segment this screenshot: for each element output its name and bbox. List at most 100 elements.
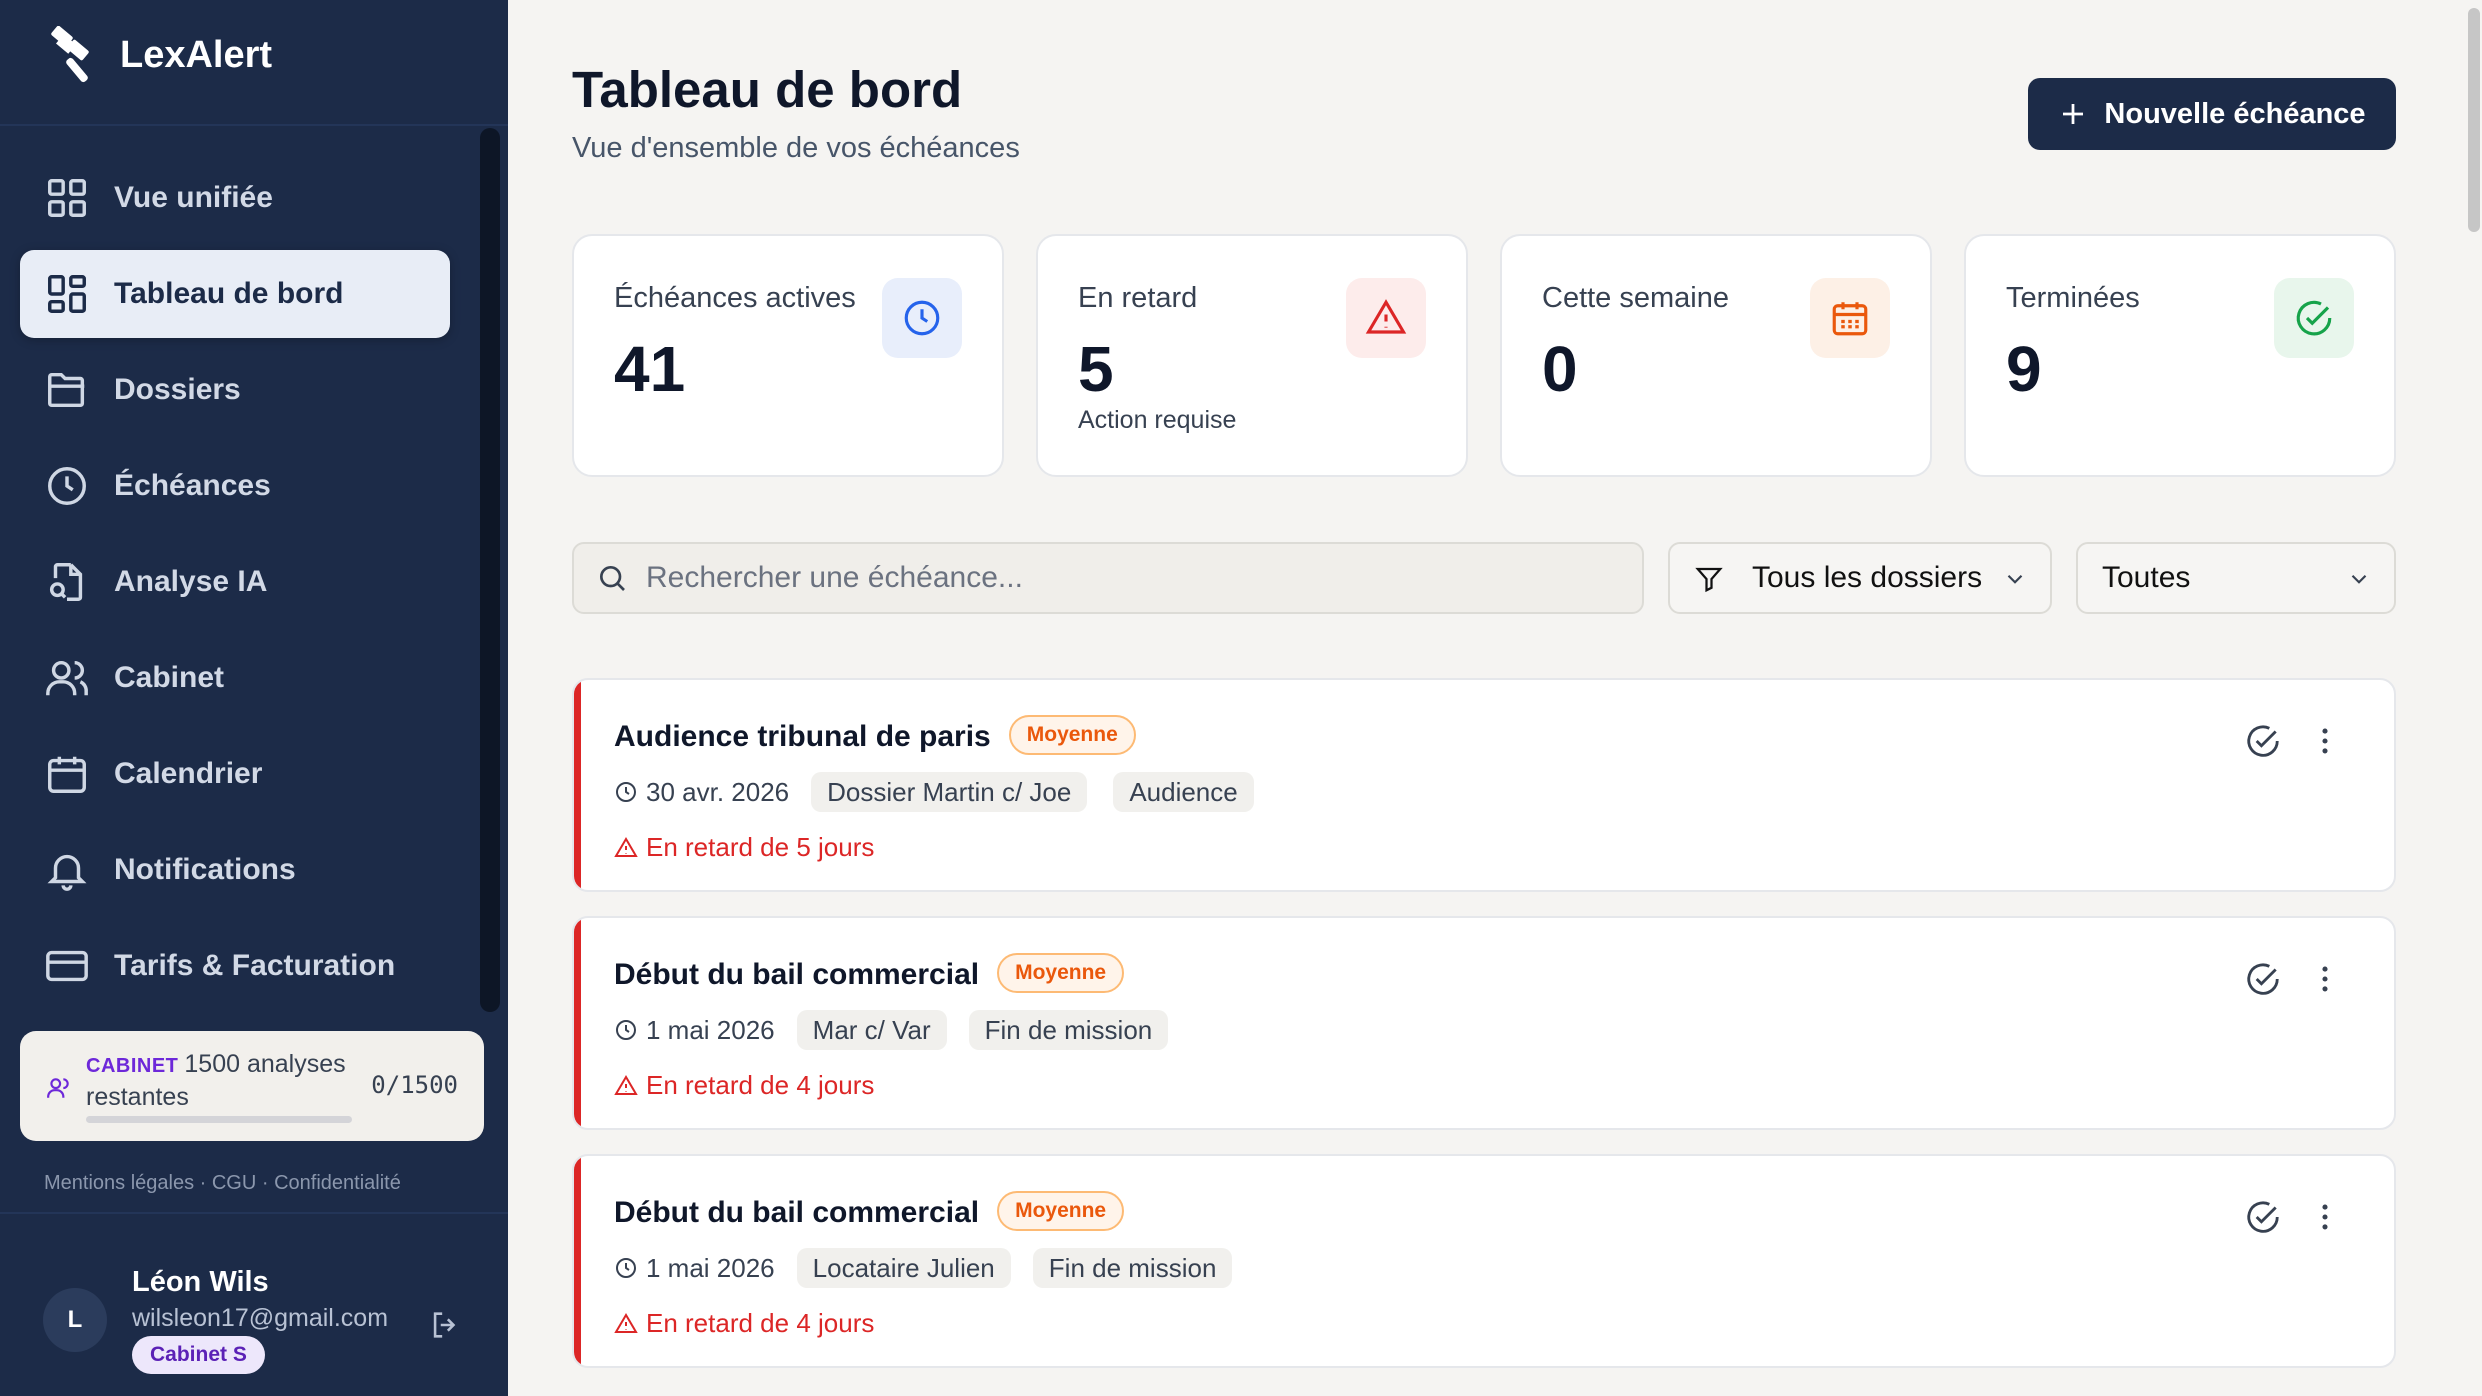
sidebar-item-label: Dossiers (114, 373, 241, 406)
stat-card-this-week: Cette semaine 0 (1500, 234, 1932, 477)
dashboard-icon (48, 275, 86, 313)
sidebar-item-label: Analyse IA (114, 565, 268, 598)
deadline-title: Début du bail commercial (614, 1195, 980, 1229)
search-icon (600, 566, 625, 591)
type-chip: Audience (1113, 772, 1254, 812)
credit-card-icon (46, 950, 88, 982)
mark-done-icon[interactable] (2244, 722, 2282, 760)
stat-label: Échéances actives (614, 282, 856, 314)
overdue-status: En retard de 5 jours (614, 832, 874, 863)
avatar[interactable]: L (43, 1288, 107, 1352)
new-deadline-button[interactable]: Nouvelle échéance (2028, 78, 2396, 150)
stat-value: 9 (2006, 333, 2042, 405)
deadline-card[interactable]: Audience tribunal de paris Moyenne 30 avr… (572, 678, 2396, 892)
app-name: LexAlert (120, 33, 273, 76)
status-select-value: Toutes (2102, 561, 2191, 594)
calendar-icon (48, 756, 86, 793)
quota-card: CABINET 1500 analyses restantes 0/1500 (20, 1031, 484, 1141)
dossier-chip[interactable]: Mar c/ Var (796, 1010, 947, 1050)
stat-icon-box (1346, 278, 1426, 358)
alert-triangle-icon (1365, 299, 1407, 334)
quota-text: CABINET 1500 analyses restantes (86, 1049, 386, 1113)
page-subtitle: Vue d'ensemble de vos échéances (572, 132, 1020, 164)
sidebar-item-label: Vue unifiée (114, 181, 273, 214)
more-vertical-icon[interactable] (2308, 962, 2342, 996)
priority-badge: Moyenne (997, 1191, 1125, 1231)
sidebar-item-label: Calendrier (114, 757, 263, 790)
status-select[interactable]: Toutes (2076, 542, 2396, 614)
search-input[interactable] (646, 561, 1546, 595)
page-scrollbar[interactable] (2466, 0, 2482, 1396)
chevron-down-icon (2007, 574, 2023, 584)
sidebar-item-tableau-de-bord[interactable]: Tableau de bord (20, 250, 450, 338)
sidebar-item-cabinet[interactable]: Cabinet (20, 634, 450, 722)
plan-tag: CABINET (86, 1055, 179, 1077)
sidebar-item-vue-unifiee[interactable]: Vue unifiée (20, 154, 450, 242)
legal-links[interactable]: Mentions légales · CGU · Confidentialité (44, 1172, 401, 1195)
stat-card-done: Terminées 9 (1964, 234, 2396, 477)
deadline-title: Début du bail commercial (614, 957, 980, 991)
overdue-status: En retard de 4 jours (614, 1070, 874, 1101)
clock-icon (48, 467, 86, 505)
quota-count: 0/1500 (371, 1071, 458, 1099)
deadline-meta: 1 mai 2026 Mar c/ Var Fin de mission (614, 1010, 1169, 1050)
bell-icon (47, 854, 87, 891)
overdue-status: En retard de 4 jours (614, 1308, 874, 1339)
gavel-icon (51, 26, 89, 83)
stat-label: Terminées (2006, 282, 2140, 314)
dossier-chip[interactable]: Locataire Julien (796, 1248, 1011, 1288)
stat-label: En retard (1078, 282, 1198, 314)
stat-value: 0 (1542, 333, 1578, 405)
deadline-date: 1 mai 2026 (646, 1252, 775, 1283)
deadline-title-row: Audience tribunal de paris Moyenne (614, 715, 1136, 758)
sidebar: LexAlert Vue unifiée Tableau de bord Dos… (0, 0, 508, 1396)
deadline-card[interactable]: Début du bail commercial Moyenne 1 mai 20… (572, 1154, 2396, 1368)
dossier-select[interactable]: Tous les dossiers (1668, 542, 2052, 614)
deadline-title: Audience tribunal de paris (614, 719, 991, 753)
more-vertical-icon[interactable] (2308, 724, 2342, 758)
folder-icon (48, 372, 85, 408)
sidebar-scrollbar[interactable] (480, 128, 500, 1012)
sidebar-item-notifications[interactable]: Notifications (20, 826, 450, 914)
overdue-indicator (574, 918, 581, 1128)
sidebar-item-label: Tableau de bord (114, 277, 344, 310)
app-logo[interactable]: LexAlert (46, 26, 272, 84)
stat-card-overdue: En retard 5 Action requise (1036, 234, 1468, 477)
deadline-card[interactable]: Début du bail commercial Moyenne 1 mai 20… (572, 916, 2396, 1130)
mark-done-icon[interactable] (2244, 960, 2282, 998)
dossier-select-value: Tous les dossiers (1752, 561, 1983, 594)
plan-badge: Cabinet S (132, 1336, 265, 1374)
scrollbar-thumb[interactable] (2468, 8, 2480, 232)
check-circle-icon (2296, 300, 2332, 336)
priority-badge: Moyenne (1008, 715, 1136, 755)
dossier-chip[interactable]: Dossier Martin c/ Joe (811, 772, 1088, 812)
sidebar-item-calendrier[interactable]: Calendrier (20, 730, 450, 818)
chevron-down-icon (2351, 574, 2367, 584)
mark-done-icon[interactable] (2244, 1198, 2282, 1236)
deadline-date: 1 mai 2026 (646, 1014, 775, 1045)
search-box (572, 542, 1644, 614)
alert-triangle-icon (614, 1074, 638, 1095)
alert-triangle-icon (614, 836, 638, 857)
stat-card-active: Échéances actives 41 (572, 234, 1004, 477)
users-icon (46, 660, 88, 696)
sidebar-item-label: Cabinet (114, 661, 225, 694)
calendar-icon (1832, 302, 1868, 336)
clock-icon (616, 1020, 636, 1040)
sidebar-item-dossiers[interactable]: Dossiers (20, 346, 450, 434)
overdue-indicator (574, 1156, 581, 1366)
users-icon (47, 1078, 69, 1098)
sidebar-item-echeances[interactable]: Échéances (20, 442, 450, 530)
stat-value: 41 (614, 333, 686, 405)
sidebar-item-tarifs-facturation[interactable]: Tarifs & Facturation (20, 922, 450, 1010)
stat-value: 5 (1078, 333, 1114, 405)
stat-icon-box (1810, 278, 1890, 358)
divider (0, 124, 508, 126)
sidebar-item-analyse-ia[interactable]: Analyse IA (20, 538, 450, 626)
overdue-indicator (574, 680, 581, 890)
stat-note: Action requise (1078, 406, 1237, 434)
stat-icon-box (2274, 278, 2354, 358)
filter-icon (1695, 567, 1723, 593)
logout-icon[interactable] (428, 1308, 462, 1342)
more-vertical-icon[interactable] (2308, 1200, 2342, 1234)
